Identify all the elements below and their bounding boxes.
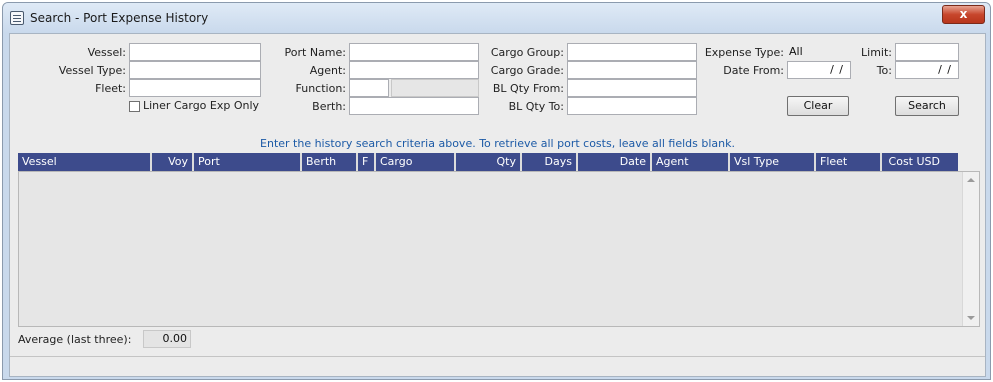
agent-label: Agent: bbox=[309, 64, 346, 77]
column-header-date[interactable]: Date bbox=[578, 153, 652, 171]
column-header-port[interactable]: Port bbox=[194, 153, 302, 171]
average-label: Average (last three): bbox=[18, 333, 132, 346]
bl-qty-to-input[interactable] bbox=[567, 97, 697, 115]
vertical-scrollbar[interactable] bbox=[962, 172, 979, 326]
search-button[interactable]: Search bbox=[895, 96, 959, 116]
bl-qty-from-label: BL Qty From: bbox=[492, 82, 564, 95]
window-title: Search - Port Expense History bbox=[30, 11, 209, 25]
close-icon[interactable]: x bbox=[942, 5, 985, 24]
vessel-label: Vessel: bbox=[87, 46, 126, 59]
search-window: Search - Port Expense History x Vessel: … bbox=[2, 2, 991, 380]
column-header-days[interactable]: Days bbox=[522, 153, 578, 171]
column-header-vsl-type[interactable]: Vsl Type bbox=[730, 153, 816, 171]
berth-input[interactable] bbox=[349, 97, 479, 115]
expense-type-select[interactable]: All bbox=[787, 43, 851, 61]
agent-input[interactable] bbox=[349, 61, 479, 79]
port-name-input[interactable] bbox=[349, 43, 479, 61]
cargo-group-label: Cargo Group: bbox=[490, 46, 564, 59]
title-bar: Search - Port Expense History x bbox=[3, 3, 990, 33]
date-to-label: To: bbox=[876, 64, 892, 77]
date-to-input[interactable]: / / bbox=[895, 61, 959, 79]
column-header-fleet[interactable]: Fleet bbox=[816, 153, 882, 171]
function-description-field bbox=[391, 79, 479, 97]
bl-qty-to-label: BL Qty To: bbox=[508, 100, 564, 113]
function-input[interactable] bbox=[349, 79, 389, 97]
vessel-input[interactable] bbox=[129, 43, 261, 61]
column-header-voy[interactable]: Voy bbox=[152, 153, 194, 171]
cargo-group-input[interactable] bbox=[567, 43, 697, 61]
column-header-qty[interactable]: Qty bbox=[456, 153, 522, 171]
bl-qty-from-input[interactable] bbox=[567, 79, 697, 97]
results-grid-header: Vessel Voy Port Berth F Cargo Qty Days D… bbox=[18, 153, 958, 171]
expense-type-label: Expense Type: bbox=[704, 46, 784, 59]
average-value: 0.00 bbox=[143, 330, 191, 348]
berth-label: Berth: bbox=[312, 100, 346, 113]
search-form-panel: Vessel: Vessel Type: Fleet: Liner Cargo … bbox=[9, 33, 986, 377]
date-from-label: Date From: bbox=[723, 64, 784, 77]
limit-label: Limit: bbox=[861, 46, 892, 59]
liner-cargo-checkbox[interactable] bbox=[129, 101, 140, 112]
status-bar bbox=[10, 356, 985, 376]
column-header-vessel[interactable]: Vessel bbox=[18, 153, 152, 171]
scroll-up-icon[interactable] bbox=[967, 178, 975, 182]
clear-button[interactable]: Clear bbox=[787, 96, 849, 116]
column-header-f[interactable]: F bbox=[358, 153, 376, 171]
search-hint-text: Enter the history search criteria above.… bbox=[260, 137, 735, 150]
limit-input[interactable] bbox=[895, 43, 959, 61]
port-name-label: Port Name: bbox=[284, 46, 346, 59]
function-label: Function: bbox=[295, 82, 347, 95]
fleet-input[interactable] bbox=[129, 79, 261, 97]
column-header-agent[interactable]: Agent bbox=[652, 153, 730, 171]
column-header-cost-usd[interactable]: Cost USD bbox=[882, 153, 944, 171]
column-header-berth[interactable]: Berth bbox=[302, 153, 358, 171]
liner-cargo-label: Liner Cargo Exp Only bbox=[143, 99, 260, 112]
cargo-grade-label: Cargo Grade: bbox=[490, 64, 564, 77]
vessel-type-label: Vessel Type: bbox=[58, 64, 126, 77]
cargo-grade-input[interactable] bbox=[567, 61, 697, 79]
date-from-input[interactable]: / / bbox=[787, 61, 851, 79]
fleet-label: Fleet: bbox=[95, 82, 126, 95]
results-grid[interactable] bbox=[18, 171, 980, 327]
window-icon bbox=[10, 11, 24, 25]
vessel-type-input[interactable] bbox=[129, 61, 261, 79]
column-header-cargo[interactable]: Cargo bbox=[376, 153, 456, 171]
scroll-down-icon[interactable] bbox=[967, 316, 975, 320]
